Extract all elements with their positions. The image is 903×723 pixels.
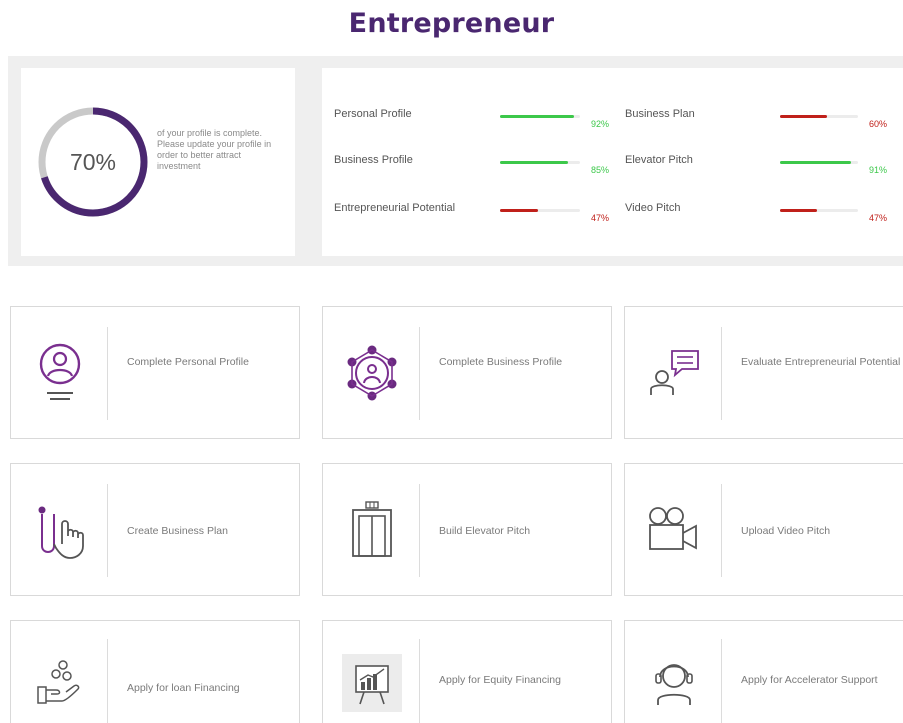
user-circle-icon bbox=[25, 335, 95, 411]
metric-entrepreneurial-potential: Entrepreneurial Potential 47% bbox=[334, 202, 609, 224]
action-label: Create Business Plan bbox=[127, 525, 228, 537]
metric-bar-fill bbox=[780, 161, 851, 164]
metric-bar bbox=[780, 209, 858, 212]
card-divider bbox=[721, 639, 722, 723]
video-camera-icon bbox=[639, 492, 709, 568]
upload-video-pitch-card[interactable]: Upload Video Pitch bbox=[624, 463, 903, 596]
hand-pointer-icon bbox=[25, 492, 95, 568]
metric-bar-fill bbox=[780, 209, 817, 212]
metric-percent: 47% bbox=[869, 213, 888, 223]
card-divider bbox=[107, 484, 108, 577]
metric-bar bbox=[780, 115, 858, 118]
action-label: Apply for loan Financing bbox=[127, 682, 240, 694]
metric-bar-fill bbox=[780, 115, 827, 118]
metric-label: Personal Profile bbox=[334, 108, 412, 120]
completion-message: of your profile is complete. Please upda… bbox=[157, 128, 272, 171]
apply-for-equity-financing-card[interactable]: Apply for Equity Financing bbox=[322, 620, 612, 723]
card-divider bbox=[107, 639, 108, 723]
action-label: Complete Business Profile bbox=[439, 356, 563, 368]
network-icon bbox=[337, 335, 407, 411]
metric-percent: 60% bbox=[869, 119, 888, 129]
elevator-icon bbox=[337, 492, 407, 568]
metric-elevator-pitch: Elevator Pitch 91% bbox=[625, 154, 895, 176]
chart-board-icon bbox=[337, 645, 407, 721]
complete-personal-profile-card[interactable]: Complete Personal Profile bbox=[10, 306, 300, 439]
page-title: Entrepreneur bbox=[348, 8, 555, 39]
metric-label: Business Plan bbox=[625, 108, 695, 120]
metric-label: Entrepreneurial Potential bbox=[334, 202, 456, 214]
card-divider bbox=[419, 484, 420, 577]
metric-percent: 85% bbox=[591, 165, 610, 175]
metric-video-pitch: Video Pitch 47% bbox=[625, 202, 895, 224]
action-label: Evaluate Entrepreneurial Potential bbox=[741, 356, 901, 368]
apply-for-accelerator-support-card[interactable]: Apply for Accelerator Support bbox=[624, 620, 903, 723]
action-label: Apply for Accelerator Support bbox=[741, 674, 878, 686]
complete-business-profile-card[interactable]: Complete Business Profile bbox=[322, 306, 612, 439]
metric-percent: 91% bbox=[869, 165, 888, 175]
person-chat-icon bbox=[639, 335, 709, 411]
metric-percent: 47% bbox=[591, 213, 610, 223]
metric-label: Elevator Pitch bbox=[625, 154, 693, 166]
metric-bar-fill bbox=[500, 161, 568, 164]
action-label: Build Elevator Pitch bbox=[439, 525, 531, 537]
evaluate-entrepreneurial-potential-card[interactable]: Evaluate Entrepreneurial Potential bbox=[624, 306, 903, 439]
metric-bar bbox=[500, 115, 580, 118]
profile-completion-card: 70% of your profile is complete. Please … bbox=[21, 68, 295, 256]
card-divider bbox=[107, 327, 108, 420]
action-label: Complete Personal Profile bbox=[127, 356, 249, 368]
metric-label: Business Profile bbox=[334, 154, 413, 166]
metric-bar-fill bbox=[500, 209, 538, 212]
metric-label: Video Pitch bbox=[625, 202, 681, 214]
metric-bar bbox=[500, 209, 580, 212]
metric-business-plan: Business Plan 60% bbox=[625, 108, 895, 130]
metric-percent: 92% bbox=[591, 119, 610, 129]
create-business-plan-card[interactable]: Create Business Plan bbox=[10, 463, 300, 596]
metric-business-profile: Business Profile 85% bbox=[334, 154, 609, 176]
card-divider bbox=[419, 639, 420, 723]
completion-percent: 70% bbox=[69, 148, 117, 175]
metric-bar-fill bbox=[500, 115, 574, 118]
action-label: Apply for Equity Financing bbox=[439, 674, 561, 686]
headset-person-icon bbox=[639, 645, 709, 721]
metric-personal-profile: Personal Profile 92% bbox=[334, 108, 609, 130]
card-divider bbox=[721, 327, 722, 420]
metric-bar bbox=[500, 161, 580, 164]
action-label: Upload Video Pitch bbox=[741, 525, 831, 537]
build-elevator-pitch-card[interactable]: Build Elevator Pitch bbox=[322, 463, 612, 596]
metric-bar bbox=[780, 161, 858, 164]
card-divider bbox=[721, 484, 722, 577]
apply-for-loan-financing-card[interactable]: Apply for loan Financing bbox=[10, 620, 300, 723]
hand-coins-icon bbox=[25, 645, 95, 721]
card-divider bbox=[419, 327, 420, 420]
profile-metrics-card: Personal Profile 92% Business Profile 85… bbox=[322, 68, 903, 256]
